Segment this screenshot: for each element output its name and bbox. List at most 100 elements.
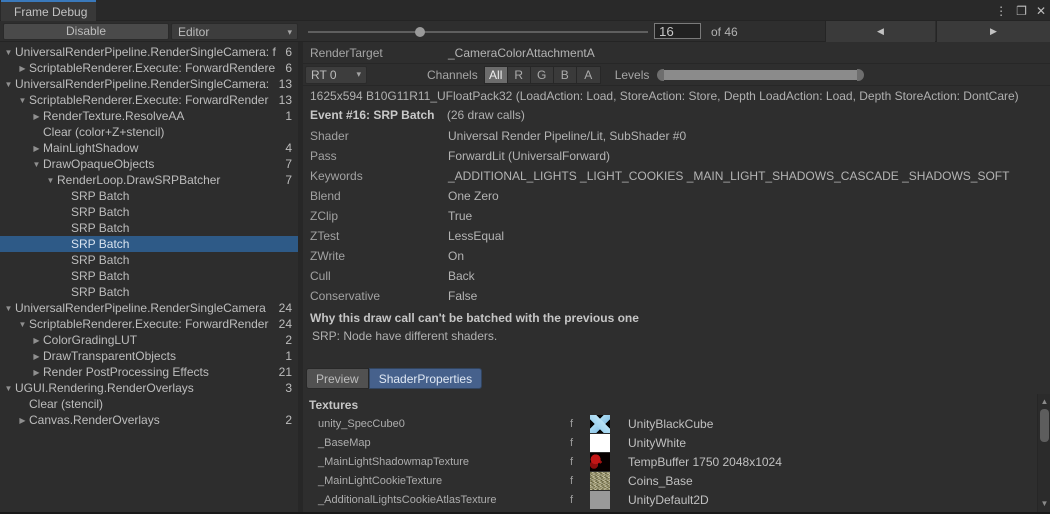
foldout-closed-icon[interactable]: ▶	[30, 368, 43, 377]
tab-shader-properties[interactable]: ShaderProperties	[369, 368, 482, 389]
foldout-closed-icon[interactable]: ▶	[30, 336, 43, 345]
detail-row: ZTestLessEqual	[303, 226, 1050, 246]
event-header: Event #16: SRP Batch (26 draw calls)	[303, 104, 1050, 126]
tree-item[interactable]: SRP Batch	[0, 220, 298, 236]
foldout-open-icon[interactable]: ▼	[44, 176, 57, 185]
scroll-down-icon[interactable]: ▼	[1038, 498, 1050, 510]
tab-preview[interactable]: Preview	[306, 368, 369, 389]
channel-button-g[interactable]: G	[531, 67, 554, 83]
tree-item-label: SRP Batch	[71, 237, 290, 251]
texture-thumbnail-white[interactable]	[590, 434, 610, 452]
textures-heading: Textures	[303, 398, 1050, 415]
tree-item[interactable]: SRP Batch	[0, 236, 298, 252]
tree-item[interactable]: SRP Batch	[0, 252, 298, 268]
foldout-open-icon[interactable]: ▼	[2, 384, 15, 393]
detail-row: ZClipTrue	[303, 206, 1050, 226]
foldout-open-icon[interactable]: ▼	[2, 304, 15, 313]
levels-min-handle[interactable]	[657, 69, 664, 81]
tree-item[interactable]: SRP Batch	[0, 188, 298, 204]
levels-range-slider[interactable]	[657, 69, 864, 81]
frame-slider-thumb[interactable]	[415, 27, 425, 37]
title-bar: Frame Debug ⋮ ❐ ✕	[0, 0, 1050, 21]
tree-item[interactable]: Clear (stencil)	[0, 396, 298, 412]
foldout-open-icon[interactable]: ▼	[2, 48, 15, 57]
tree-item[interactable]: ▶RenderTexture.ResolveAA1	[0, 108, 298, 124]
target-dropdown[interactable]: Editor ▾	[171, 23, 298, 40]
tree-item[interactable]: SRP Batch	[0, 284, 298, 300]
tree-item[interactable]: ▼RenderLoop.DrawSRPBatcher7	[0, 172, 298, 188]
texture-thumbnail-shadowmap[interactable]	[590, 453, 610, 471]
texture-property-row: unity_SpecCube0fUnityBlackCube	[303, 415, 1050, 434]
foldout-closed-icon[interactable]: ▶	[30, 144, 43, 153]
foldout-closed-icon[interactable]: ▶	[30, 112, 43, 121]
tree-item[interactable]: ▼UGUI.Rendering.RenderOverlays3	[0, 380, 298, 396]
tree-item[interactable]: ▼ScriptableRenderer.Execute: ForwardRend…	[0, 316, 298, 332]
channel-button-all[interactable]: All	[485, 67, 508, 83]
channel-button-a[interactable]: A	[577, 67, 600, 83]
vertical-scrollbar[interactable]: ▲ ▼	[1037, 394, 1050, 512]
render-target-value: _CameraColorAttachmentA	[448, 46, 595, 60]
foldout-closed-icon[interactable]: ▶	[30, 352, 43, 361]
tree-item-label: Clear (stencil)	[29, 397, 290, 411]
tree-item-label: Clear (color+Z+stencil)	[43, 125, 290, 139]
tree-item[interactable]: ▶Render PostProcessing Effects21	[0, 364, 298, 380]
tree-item[interactable]: ▶DrawTransparentObjects1	[0, 348, 298, 364]
foldout-open-icon[interactable]: ▼	[2, 80, 15, 89]
tree-item[interactable]: ▼UniversalRenderPipeline.RenderSingleCam…	[0, 300, 298, 316]
tree-item[interactable]: ▼ScriptableRenderer.Execute: ForwardRend…	[0, 92, 298, 108]
tree-item-count: 21	[277, 365, 298, 379]
tree-item-count: 6	[283, 45, 298, 59]
tree-item[interactable]: ▼UniversalRenderPipeline.RenderSingleCam…	[0, 44, 298, 60]
buffer-info-text: 1625x594 B10G11R11_UFloatPack32 (LoadAct…	[303, 86, 1050, 104]
tree-item[interactable]: Clear (color+Z+stencil)	[0, 124, 298, 140]
tree-item[interactable]: ▶MainLightShadow4	[0, 140, 298, 156]
event-title: Event #16: SRP Batch	[310, 108, 435, 122]
texture-thumbnail-blackcube[interactable]	[590, 415, 610, 433]
foldout-open-icon[interactable]: ▼	[16, 320, 29, 329]
tree-item[interactable]: ▼UniversalRenderPipeline.RenderSingleCam…	[0, 76, 298, 92]
detail-value: ForwardLit (UniversalForward)	[448, 149, 610, 163]
tree-item[interactable]: SRP Batch	[0, 268, 298, 284]
tree-item[interactable]: ▶Canvas.RenderOverlays2	[0, 412, 298, 428]
rt-index-dropdown[interactable]: RT 0 ▾	[305, 66, 367, 84]
texture-thumbnail-gray[interactable]	[590, 491, 610, 509]
tree-item[interactable]: ▶ColorGradingLUT2	[0, 332, 298, 348]
scrollbar-thumb[interactable]	[1040, 409, 1049, 442]
maximize-icon[interactable]: ❐	[1016, 5, 1027, 17]
levels-max-handle[interactable]	[857, 69, 864, 81]
close-icon[interactable]: ✕	[1036, 5, 1046, 17]
texture-property-name: _MainLightShadowmapTexture	[318, 456, 469, 468]
tree-item-label: SRP Batch	[71, 285, 290, 299]
next-frame-button[interactable]: ▶	[936, 21, 1050, 42]
foldout-closed-icon[interactable]: ▶	[16, 416, 29, 425]
render-target-label: RenderTarget	[303, 46, 448, 60]
channels-row: RT 0 ▾ Channels AllRGBA Levels	[303, 64, 1050, 86]
channel-button-b[interactable]: B	[554, 67, 577, 83]
kebab-menu-icon[interactable]: ⋮	[995, 5, 1007, 17]
tree-item-count: 7	[283, 173, 298, 187]
tree-item-label: ScriptableRenderer.Execute: ForwardRende…	[29, 61, 283, 75]
tree-item[interactable]: ▶ScriptableRenderer.Execute: ForwardRend…	[0, 60, 298, 76]
detail-value: True	[448, 209, 472, 223]
foldout-open-icon[interactable]: ▼	[30, 160, 43, 169]
frame-slider[interactable]	[308, 21, 648, 42]
tree-item-count: 13	[277, 77, 298, 91]
disable-button[interactable]: Disable	[3, 23, 169, 40]
tree-item[interactable]: ▼DrawOpaqueObjects7	[0, 156, 298, 172]
prev-arrow-icon: ◀	[877, 26, 884, 37]
tree-item-count: 1	[283, 349, 298, 363]
tree-item-label: MainLightShadow	[43, 141, 283, 155]
channel-button-r[interactable]: R	[508, 67, 531, 83]
frame-debug-tab[interactable]: Frame Debug	[1, 0, 96, 21]
foldout-closed-icon[interactable]: ▶	[16, 64, 29, 73]
batching-heading: Why this draw call can't be batched with…	[303, 311, 1050, 329]
texture-flag: f	[570, 494, 573, 506]
chevron-down-icon: ▾	[287, 27, 292, 38]
tree-item[interactable]: SRP Batch	[0, 204, 298, 220]
texture-thumbnail-coins[interactable]	[590, 472, 610, 490]
tree-item-label: Canvas.RenderOverlays	[29, 413, 283, 427]
frame-number-input[interactable]	[654, 23, 701, 39]
scroll-up-icon[interactable]: ▲	[1038, 396, 1050, 408]
prev-frame-button[interactable]: ◀	[825, 21, 935, 42]
foldout-open-icon[interactable]: ▼	[16, 96, 29, 105]
